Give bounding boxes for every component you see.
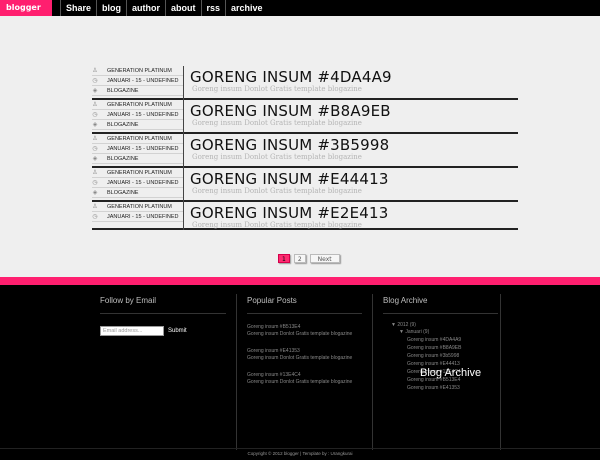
email-input[interactable]: Email address... [100,326,164,336]
post-label[interactable]: BLOGAZINE [107,120,138,130]
post-author[interactable]: GENERATION PLATINUM [107,100,172,110]
clock-icon: ◷ [92,111,98,118]
popular-post-title[interactable]: Goreng insum #13E4C4 [247,372,362,379]
popular-title: Popular Posts [247,294,362,314]
post-title[interactable]: GORENG INSUM #4DA4A9 [190,68,392,86]
post-meta: ♙ GENERATION PLATINUM ◷ JANUARI - 15 - UND… [92,168,184,202]
post-date: JANUARI - 15 - UNDEFINED [107,111,179,118]
footer-divider [0,448,600,449]
post-snippet: Goreng insum Donlot Gratis template blog… [192,153,362,161]
popular-posts-widget: Popular Posts Goreng insum #B513E4 Goren… [236,294,362,450]
popular-post-item[interactable]: Goreng insum #E41353 Goreng insum Donlot… [247,348,362,362]
post-label[interactable]: BLOGAZINE [107,86,138,96]
follow-by-email-widget: Follow by Email Email address... Submit [100,294,226,336]
tag-icon: ◈ [92,87,98,94]
archive-post-link[interactable]: Goreng insum #E41353 [407,384,498,392]
post-item: ♙ GENERATION PLATINUM ◷ JANUARI - 15 - UND… [92,168,518,202]
brand-logo[interactable]: blogger [0,0,52,16]
popular-post-title[interactable]: Goreng insum #B513E4 [247,324,362,331]
footer-column-divider [500,294,600,450]
user-icon: ♙ [92,203,98,210]
post-date: JANUARI - 15 - UNDEFINED [107,77,179,84]
post-meta: ♙ GENERATION PLATINUM ◷ JANUARI - 15 - UND… [92,100,184,134]
post-snippet: Goreng insum Donlot Gratis template blog… [192,85,362,93]
post-title[interactable]: GORENG INSUM #E2E413 [190,204,389,222]
popular-post-snippet: Goreng insum Donlot Gratis template blog… [247,355,353,361]
post-title[interactable]: GORENG INSUM #B8A9EB [190,102,391,120]
post-title[interactable]: GORENG INSUM #3B5998 [190,136,389,154]
follow-title: Follow by Email [100,294,226,314]
post-item: ♙ GENERATION PLATINUM ◷ JANUARI - 15 - UND… [92,202,518,230]
archive-year-toggle[interactable]: ▼ 2012 (9) [391,322,498,329]
post-label[interactable]: BLOGAZINE [107,154,138,164]
tag-icon: ◈ [92,189,98,196]
nav-share[interactable]: Share [60,0,96,16]
post-item: ♙ GENERATION PLATINUM ◷ JANUARI - 15 - UND… [92,66,518,100]
popular-post-title[interactable]: Goreng insum #E41353 [247,348,362,355]
post-date: JANUARI - 15 - UNDEFINED [107,145,179,152]
post-label[interactable]: BLOGAZINE [107,188,138,198]
post-snippet: Goreng insum Donlot Gratis template blog… [192,187,362,195]
post-item: ♙ GENERATION PLATINUM ◷ JANUARI - 15 - UND… [92,134,518,168]
user-icon: ♙ [92,67,98,74]
clock-icon: ◷ [92,213,98,220]
footer: Follow by Email Email address... Submit … [0,285,600,460]
next-page-button[interactable]: Next [309,254,340,263]
archive-overlay-title: Blog Archive [420,367,482,379]
page-2-button[interactable]: 2 [293,254,306,263]
nav-archive[interactable]: archive [225,0,268,16]
post-title[interactable]: GORENG INSUM #E44413 [190,170,389,188]
post-snippet: Goreng insum Donlot Gratis template blog… [192,119,362,127]
post-item: ♙ GENERATION PLATINUM ◷ JANUARI - 15 - UND… [92,100,518,134]
footer-accent-bar [0,277,600,285]
submit-button[interactable]: Submit [168,328,187,334]
post-author[interactable]: GENERATION PLATINUM [107,66,172,76]
clock-icon: ◷ [92,179,98,186]
pagination: 1 2 Next [278,254,340,263]
top-navbar: blogger Share blog author about rss arch… [0,0,600,16]
post-date: JANUARI - 15 - UNDEFINED [107,213,179,220]
popular-post-snippet: Goreng insum Donlot Gratis template blog… [247,379,353,385]
post-meta: ♙ GENERATION PLATINUM ◷ JANUARI - 15 - UND… [92,134,184,168]
tag-icon: ◈ [92,121,98,128]
copyright-text: Copyright © 2012 blogger | Template by :… [247,451,353,456]
post-author[interactable]: GENERATION PLATINUM [107,168,172,178]
post-meta: ♙ GENERATION PLATINUM ◷ JANUARI - 15 - UND… [92,66,184,100]
user-icon: ♙ [92,169,98,176]
post-meta: ♙ GENERATION PLATINUM ◷ JANUARI - 15 - UND… [92,202,184,230]
archive-month-toggle[interactable]: ▼ Januari (9) [399,329,498,336]
post-author[interactable]: GENERATION PLATINUM [107,202,172,212]
user-icon: ♙ [92,135,98,142]
nav-about[interactable]: about [165,0,201,16]
post-list: ♙ GENERATION PLATINUM ◷ JANUARI - 15 - UND… [92,66,518,230]
nav-blog[interactable]: blog [96,0,126,16]
nav-rss[interactable]: rss [200,0,226,16]
clock-icon: ◷ [92,145,98,152]
popular-post-item[interactable]: Goreng insum #B513E4 Goreng insum Donlot… [247,324,362,338]
popular-post-snippet: Goreng insum Donlot Gratis template blog… [247,331,353,337]
user-icon: ♙ [92,101,98,108]
archive-post-link[interactable]: Goreng insum #4DA4A9 [407,336,498,344]
tag-icon: ◈ [92,155,98,162]
archive-post-link[interactable]: Goreng insum #B8A9EB [407,344,498,352]
popular-post-item[interactable]: Goreng insum #13E4C4 Goreng insum Donlot… [247,372,362,386]
archive-title: Blog Archive [383,294,498,314]
post-date: JANUARI - 15 - UNDEFINED [107,179,179,186]
archive-post-link[interactable]: Goreng insum #3b5998 [407,352,498,360]
clock-icon: ◷ [92,77,98,84]
post-snippet: Goreng insum Donlot Gratis template blog… [192,221,362,229]
page-1-button[interactable]: 1 [278,254,290,263]
post-author[interactable]: GENERATION PLATINUM [107,134,172,144]
nav-author[interactable]: author [126,0,165,16]
